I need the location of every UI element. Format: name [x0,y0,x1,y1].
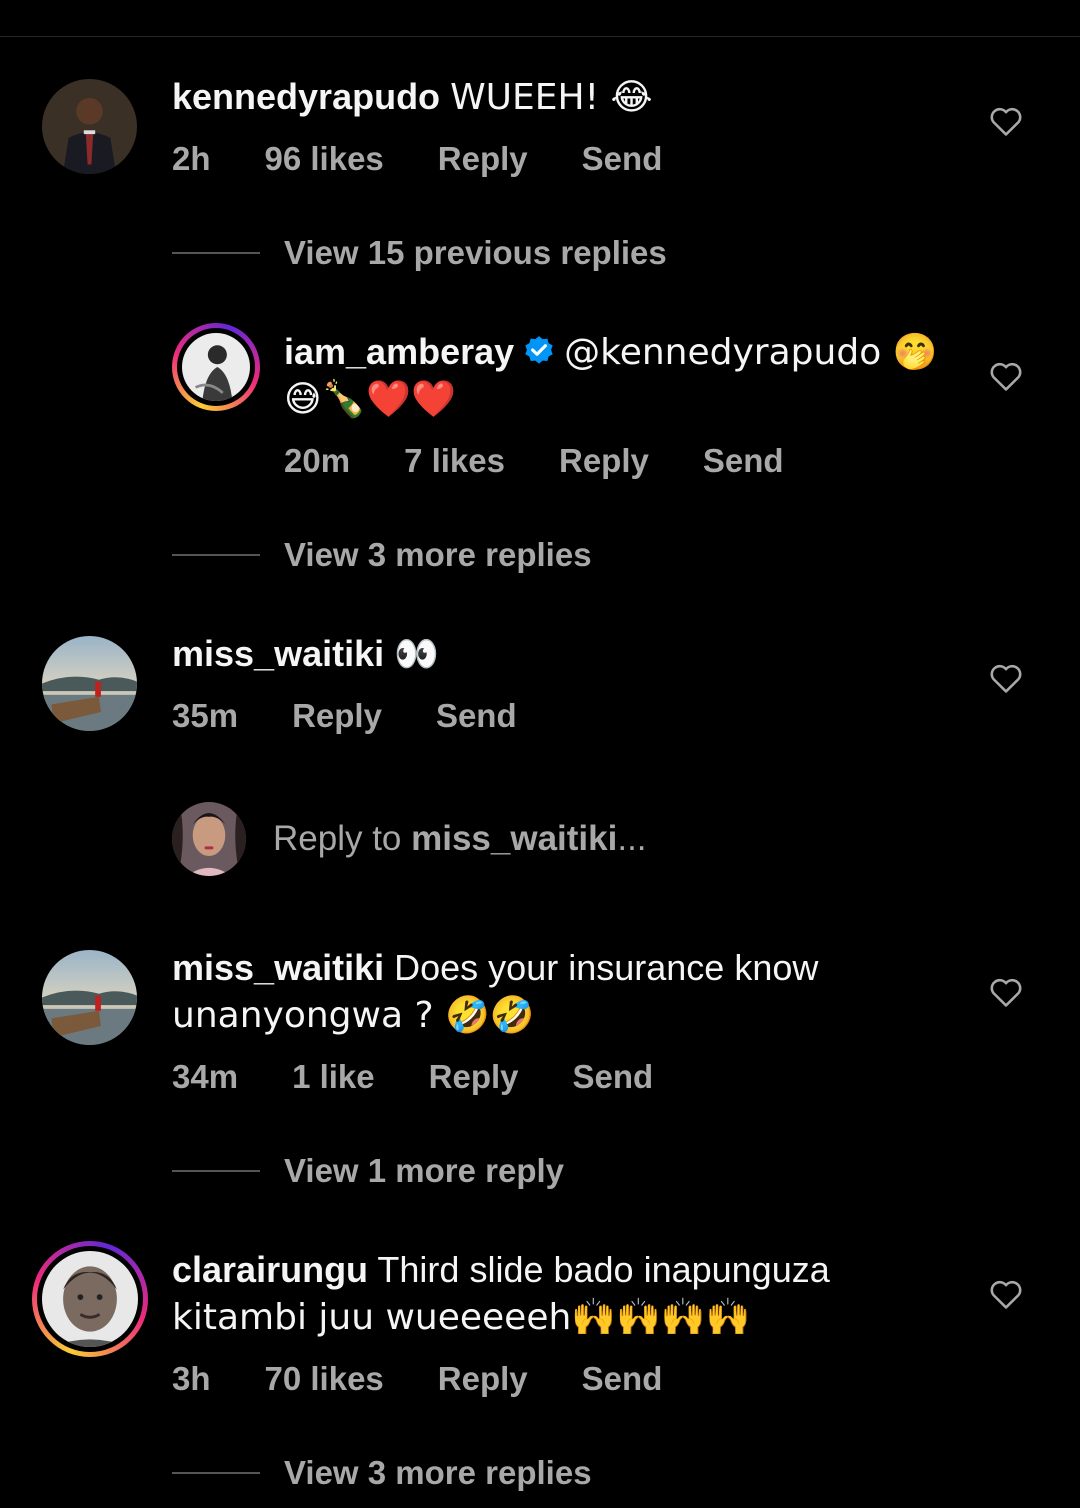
avatar-iam-amberay[interactable] [172,323,260,411]
likes-count[interactable]: 96 likes [265,140,384,178]
reply-button[interactable]: Reply [438,1360,528,1398]
send-button[interactable]: Send [573,1058,654,1096]
reply-input-target: miss_waitiki [411,819,618,858]
comment-text-line1: Third slide bado inapunguza [377,1249,830,1290]
view-replies-link[interactable]: View 1 more reply [284,1152,564,1190]
reply-time: 20m [284,442,351,479]
view-replies-row[interactable]: View 15 previous replies [172,234,667,272]
comment-meta: 2h 96 likes Reply Send [172,140,716,178]
divider-dash [172,554,260,556]
divider-dash [172,252,260,254]
comment-time: 3h [172,1360,211,1397]
avatar-miss-waitiki[interactable] [42,636,137,731]
avatar-miss-waitiki[interactable] [42,950,137,1045]
divider-dash [172,1472,260,1474]
view-replies-row[interactable]: View 3 more replies [172,1454,592,1492]
view-replies-row[interactable]: View 3 more replies [172,536,592,574]
reply-button[interactable]: Reply [292,697,382,735]
send-button[interactable]: Send [582,140,663,178]
comment-text-line1: Does your insurance know [394,947,819,988]
comment-body: kennedyrapudo WUEEH! 😂 [172,73,653,122]
comment-text-line2: unanyongwa ? 🤣🤣 [172,995,535,1036]
comment-text: 👀 [394,634,439,675]
avatar-clarairungu[interactable] [32,1241,148,1357]
top-divider [0,36,1080,37]
send-button[interactable]: Send [436,697,517,735]
comment-time: 34m [172,1058,239,1095]
likes-count[interactable]: 7 likes [404,442,505,480]
comment-username[interactable]: miss_waitiki [172,633,384,674]
comment-username[interactable]: miss_waitiki [172,947,384,988]
reply-text-line2: 😅🍾❤️❤️ [284,379,457,420]
like-heart-icon[interactable] [989,105,1023,137]
comment-time: 2h [172,140,211,177]
like-heart-icon[interactable] [989,360,1023,392]
divider-dash [172,1170,260,1172]
like-heart-icon[interactable] [989,976,1023,1008]
reply-input-prefix: Reply to [273,819,412,858]
send-button[interactable]: Send [582,1360,663,1398]
send-button[interactable]: Send [703,442,784,480]
view-replies-link[interactable]: View 15 previous replies [284,234,667,272]
comment-meta: 34m 1 like Reply Send [172,1058,707,1096]
comment-time: 35m [172,697,239,734]
likes-count[interactable]: 70 likes [265,1360,384,1398]
comment-meta: 3h 70 likes Reply Send [172,1360,716,1398]
avatar-kennedyrapudo[interactable] [42,79,137,174]
verified-badge-icon [525,336,553,364]
reply-button[interactable]: Reply [559,442,649,480]
comment-text: WUEEH! 😂 [450,77,653,118]
reply-meta: 20m 7 likes Reply Send [284,442,838,480]
like-heart-icon[interactable] [989,662,1023,694]
like-heart-icon[interactable] [989,1278,1023,1310]
comment-meta: 35m Reply Send [172,697,571,735]
reply-input[interactable]: Reply to miss_waitiki... [273,819,647,859]
reply-button[interactable]: Reply [429,1058,519,1096]
avatar-current-user [172,802,246,876]
reply-input-suffix: ... [617,819,647,858]
comment-text-line2: kitambi juu wueeeeeh🙌🙌🙌🙌 [172,1297,751,1338]
comment-username[interactable]: clarairungu [172,1249,368,1290]
reply-button[interactable]: Reply [438,140,528,178]
view-replies-link[interactable]: View 3 more replies [284,1454,592,1492]
comment-body: miss_waitiki Does your insurance know [172,944,818,992]
comment-body: clarairungu Third slide bado inapunguza [172,1246,830,1294]
reply-body: iam_amberay @kennedyrapudo 🤭 [284,328,937,377]
comment-username[interactable]: kennedyrapudo [172,76,440,117]
likes-count[interactable]: 1 like [292,1058,375,1096]
reply-text-line1: @kennedyrapudo 🤭 [564,332,938,373]
reply-username[interactable]: iam_amberay [284,331,514,372]
comment-body: miss_waitiki 👀 [172,630,439,679]
view-replies-link[interactable]: View 3 more replies [284,536,592,574]
view-replies-row[interactable]: View 1 more reply [172,1152,564,1190]
